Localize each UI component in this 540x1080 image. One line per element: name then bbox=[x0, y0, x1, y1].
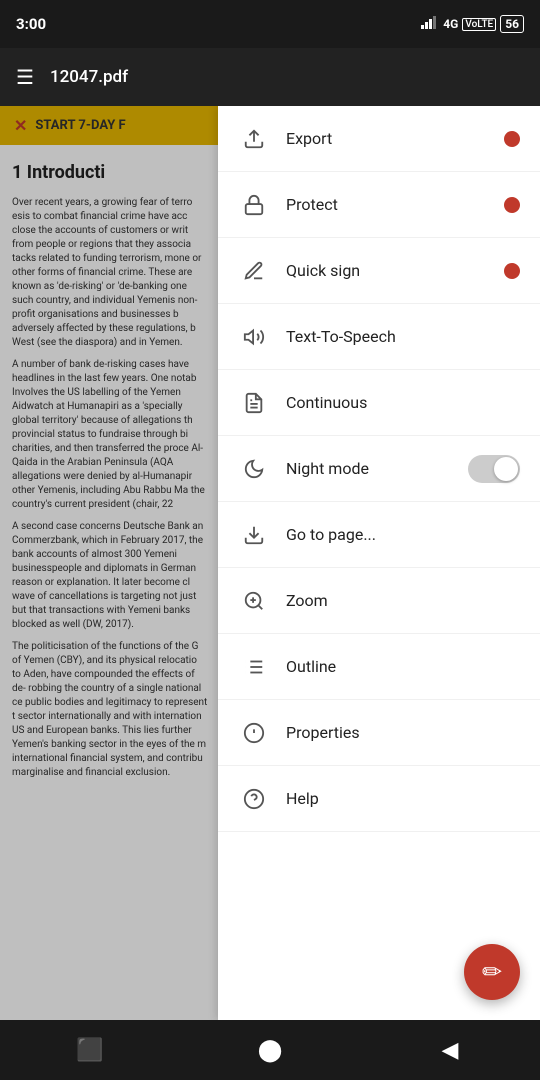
menu-item-go-to-page[interactable]: Go to page... bbox=[218, 502, 540, 568]
menu-item-quick-sign[interactable]: Quick sign bbox=[218, 238, 540, 304]
menu-item-export[interactable]: Export bbox=[218, 106, 540, 172]
tts-icon bbox=[238, 321, 270, 353]
nav-square[interactable]: ⬛ bbox=[65, 1025, 115, 1075]
night-mode-icon bbox=[238, 453, 270, 485]
battery-icon: 56 bbox=[500, 15, 524, 33]
app-title: 12047.pdf bbox=[50, 67, 524, 87]
menu-item-zoom[interactable]: Zoom bbox=[218, 568, 540, 634]
dropdown-panel: Export Protect Quick sign bbox=[218, 106, 540, 1020]
continuous-icon bbox=[238, 387, 270, 419]
continuous-label: Continuous bbox=[286, 393, 520, 412]
quick-sign-badge bbox=[504, 263, 520, 279]
zoom-icon bbox=[238, 585, 270, 617]
menu-item-outline[interactable]: Outline bbox=[218, 634, 540, 700]
volte-icon: VoLTE bbox=[462, 18, 496, 31]
hamburger-menu[interactable]: ☰ bbox=[16, 65, 34, 89]
time: 3:00 bbox=[16, 15, 46, 33]
status-bar: 3:00 4G VoLTE 56 bbox=[0, 0, 540, 48]
network-type: 4G bbox=[443, 17, 458, 31]
export-icon bbox=[238, 123, 270, 155]
tts-label: Text-To-Speech bbox=[286, 327, 520, 346]
bottom-nav: ⬛ ⬤ ◀ bbox=[0, 1020, 540, 1080]
help-label: Help bbox=[286, 789, 520, 808]
menu-item-properties[interactable]: Properties bbox=[218, 700, 540, 766]
signal-icon bbox=[421, 15, 439, 33]
app-bar: ☰ 12047.pdf bbox=[0, 48, 540, 106]
export-label: Export bbox=[286, 129, 504, 148]
night-mode-toggle[interactable] bbox=[468, 455, 520, 483]
menu-item-night-mode[interactable]: Night mode bbox=[218, 436, 540, 502]
protect-label: Protect bbox=[286, 195, 504, 214]
help-icon bbox=[238, 783, 270, 815]
menu-overlay: Export Protect Quick sign bbox=[0, 48, 540, 1020]
nav-back[interactable]: ◀ bbox=[425, 1025, 475, 1075]
export-badge bbox=[504, 131, 520, 147]
zoom-label: Zoom bbox=[286, 591, 520, 610]
quick-sign-icon bbox=[238, 255, 270, 287]
status-icons: 4G VoLTE 56 bbox=[421, 15, 524, 33]
properties-label: Properties bbox=[286, 723, 520, 742]
quick-sign-label: Quick sign bbox=[286, 261, 504, 280]
menu-item-continuous[interactable]: Continuous bbox=[218, 370, 540, 436]
toggle-knob bbox=[494, 457, 518, 481]
properties-icon bbox=[238, 717, 270, 749]
go-to-page-icon bbox=[238, 519, 270, 551]
nav-home[interactable]: ⬤ bbox=[245, 1025, 295, 1075]
go-to-page-label: Go to page... bbox=[286, 525, 520, 544]
menu-item-tts[interactable]: Text-To-Speech bbox=[218, 304, 540, 370]
protect-icon bbox=[238, 189, 270, 221]
protect-badge bbox=[504, 197, 520, 213]
outline-label: Outline bbox=[286, 657, 520, 676]
night-mode-label: Night mode bbox=[286, 459, 468, 478]
menu-item-help[interactable]: Help bbox=[218, 766, 540, 832]
outline-icon bbox=[238, 651, 270, 683]
fab-edit[interactable]: ✏ bbox=[464, 944, 520, 1000]
menu-item-protect[interactable]: Protect bbox=[218, 172, 540, 238]
